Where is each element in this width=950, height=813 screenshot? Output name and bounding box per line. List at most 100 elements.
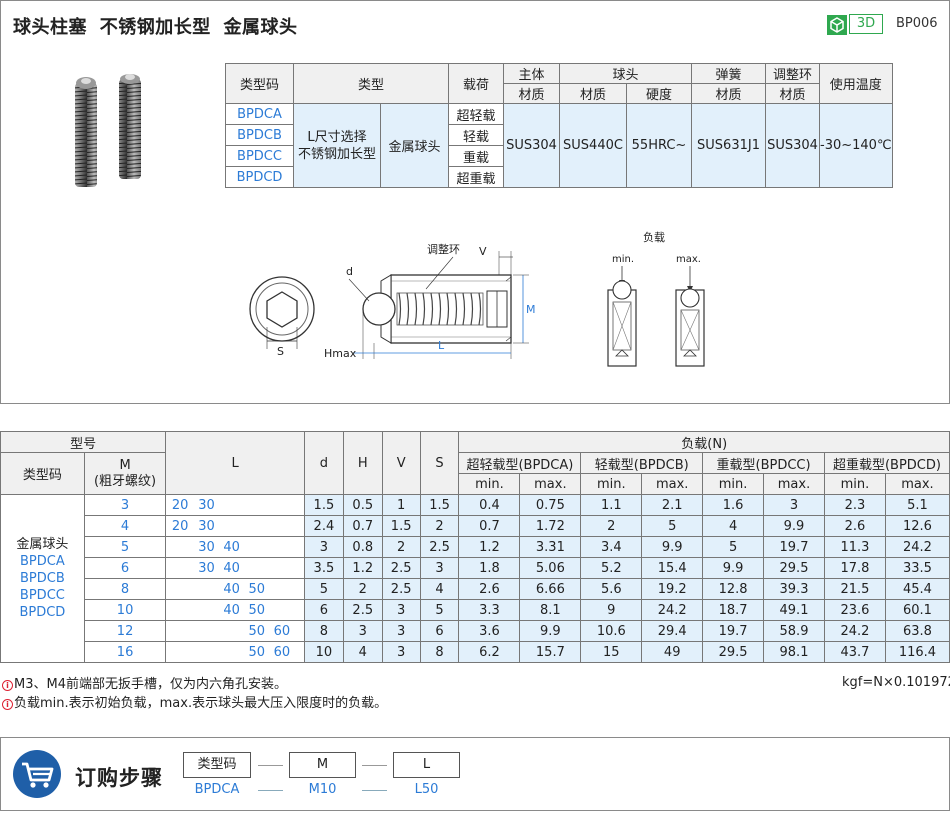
header-min: min. <box>580 473 643 495</box>
l-option[interactable]: 40 <box>219 557 245 579</box>
spec-header-ball: 球头 <box>559 63 692 84</box>
header-series: 重载型(BPDCC) <box>702 452 825 474</box>
l-option[interactable] <box>165 536 194 558</box>
l-option[interactable]: 20 <box>165 494 194 516</box>
header-max: max. <box>763 473 825 495</box>
m-size[interactable]: 12 <box>83 620 167 642</box>
l-option[interactable]: 50 <box>244 578 270 600</box>
l-option[interactable] <box>269 515 295 537</box>
l-option[interactable] <box>294 620 305 642</box>
l-option[interactable] <box>193 641 220 663</box>
m-size[interactable]: 4 <box>83 515 167 537</box>
l-option[interactable]: 30 <box>193 557 220 579</box>
load-value: 24.2 <box>641 599 704 621</box>
type-code[interactable]: BPDCD <box>1 604 84 621</box>
label-adjust-ring: 调整环 <box>427 242 460 256</box>
l-option[interactable]: 50 <box>244 620 270 642</box>
l-option[interactable] <box>294 494 305 516</box>
spec-type-code[interactable]: BPDCD <box>225 166 294 188</box>
load-value: 15 <box>580 641 643 663</box>
l-option[interactable]: 30 <box>193 515 220 537</box>
m-size[interactable]: 6 <box>83 557 167 579</box>
m-size[interactable]: 16 <box>83 641 167 663</box>
l-option[interactable] <box>219 620 245 642</box>
load-value: 29.5 <box>702 641 765 663</box>
l-option[interactable] <box>244 494 270 516</box>
type-cell: 金属球头 BPDCA BPDCB BPDCC BPDCD <box>0 494 85 663</box>
header-s: S <box>419 431 460 495</box>
l-option[interactable] <box>269 578 295 600</box>
header-m: M (粗牙螺纹) <box>83 452 167 495</box>
spec-header-ring: 调整环 <box>765 63 820 84</box>
load-value: 49 <box>641 641 704 663</box>
spec-type-code[interactable]: BPDCC <box>225 145 294 167</box>
h-value: 3 <box>342 620 383 642</box>
spec-ball-hardness: 55HRC~ <box>626 103 692 188</box>
d-value: 10 <box>303 641 344 663</box>
l-option[interactable]: 40 <box>219 599 245 621</box>
l-option[interactable] <box>219 494 245 516</box>
l-option[interactable] <box>165 620 194 642</box>
load-value: 1.6 <box>702 494 765 516</box>
l-option[interactable]: 50 <box>244 599 270 621</box>
l-option[interactable] <box>244 557 270 579</box>
load-value: 24.2 <box>884 536 950 558</box>
product-photo <box>75 74 141 187</box>
l-option[interactable] <box>294 536 305 558</box>
l-option[interactable]: 40 <box>219 578 245 600</box>
l-option[interactable] <box>193 620 220 642</box>
cube-3d-icon[interactable] <box>827 15 847 35</box>
l-option[interactable]: 40 <box>219 536 245 558</box>
d-value: 6 <box>303 599 344 621</box>
l-option[interactable] <box>244 536 270 558</box>
3d-badge[interactable]: 3D <box>849 14 883 34</box>
load-value: 19.7 <box>763 536 825 558</box>
l-option[interactable]: 30 <box>193 494 220 516</box>
l-option[interactable]: 30 <box>193 536 220 558</box>
l-option[interactable] <box>193 599 220 621</box>
l-option[interactable] <box>165 641 194 663</box>
l-option[interactable] <box>269 557 295 579</box>
load-value: 3.4 <box>580 536 643 558</box>
l-option[interactable]: 60 <box>269 620 295 642</box>
type-code[interactable]: BPDCC <box>1 587 84 604</box>
l-option[interactable] <box>269 599 295 621</box>
l-option[interactable] <box>165 599 194 621</box>
m-size[interactable]: 5 <box>83 536 167 558</box>
load-value: 6.2 <box>458 641 521 663</box>
type-code[interactable]: BPDCB <box>1 570 84 587</box>
l-option[interactable] <box>193 578 220 600</box>
l-option[interactable] <box>294 557 305 579</box>
note-text: 负载min.表示初始负载，max.表示球头最大压入限度时的负载。 <box>14 696 388 711</box>
load-value: 1.2 <box>458 536 521 558</box>
l-option[interactable] <box>294 578 305 600</box>
step-l: L <box>393 752 460 778</box>
l-option[interactable]: 60 <box>269 641 295 663</box>
spec-body-material: SUS304 <box>503 103 560 188</box>
m-size[interactable]: 3 <box>83 494 167 516</box>
type-code[interactable]: BPDCA <box>1 553 84 570</box>
v-value: 2.5 <box>381 557 421 579</box>
l-option[interactable] <box>294 641 305 663</box>
l-option[interactable] <box>294 599 305 621</box>
spec-type-code[interactable]: BPDCA <box>225 103 294 125</box>
load-value: 2.6 <box>458 578 521 600</box>
spec-type-code[interactable]: BPDCB <box>225 124 294 146</box>
load-value: 3.6 <box>458 620 521 642</box>
l-option[interactable] <box>165 578 194 600</box>
l-option[interactable] <box>269 536 295 558</box>
s-value: 1.5 <box>419 494 460 516</box>
page-title: 球头柱塞 不锈钢加长型 金属球头 <box>13 17 298 38</box>
l-option[interactable] <box>219 515 245 537</box>
l-option[interactable]: 50 <box>244 641 270 663</box>
m-size[interactable]: 8 <box>83 578 167 600</box>
m-size[interactable]: 10 <box>83 599 167 621</box>
l-option[interactable] <box>244 515 270 537</box>
l-option[interactable]: 20 <box>165 515 194 537</box>
l-option[interactable] <box>294 515 305 537</box>
l-option[interactable] <box>165 557 194 579</box>
l-option[interactable] <box>219 641 245 663</box>
load-value: 33.5 <box>884 557 950 579</box>
s-value: 8 <box>419 641 460 663</box>
l-option[interactable] <box>269 494 295 516</box>
